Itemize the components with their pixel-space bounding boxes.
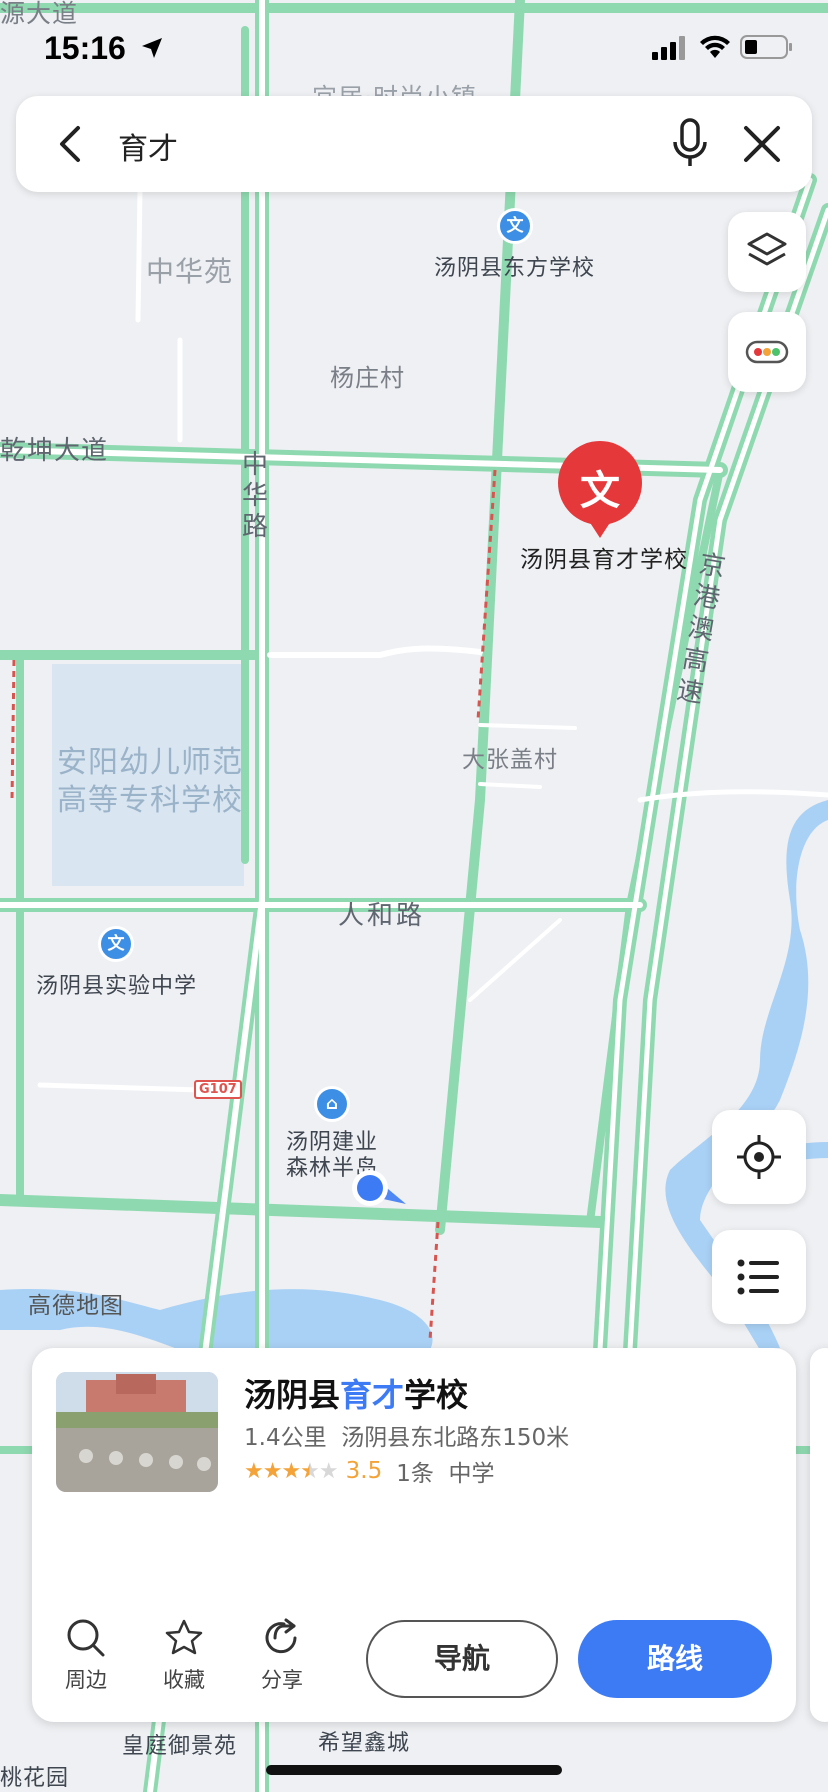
location-arrow-icon — [352, 1170, 406, 1206]
list-button[interactable] — [712, 1230, 806, 1324]
place-address: 汤阴县东北路东150米 — [341, 1425, 570, 1451]
next-card-edge[interactable] — [810, 1348, 828, 1722]
review-count[interactable]: 1条 — [396, 1454, 434, 1488]
route-button[interactable]: 路线 — [578, 1620, 772, 1698]
share-button[interactable]: 分享 — [242, 1618, 322, 1694]
title-part: 学校 — [404, 1376, 469, 1414]
map-label-renhe-road: 人和路 — [338, 901, 426, 931]
layers-icon — [747, 232, 787, 266]
navigate-button[interactable]: 导航 — [366, 1620, 558, 1698]
rating-stars-icon: ★★★★★ — [244, 1458, 339, 1484]
school-poi-icon[interactable]: 文 — [497, 208, 533, 244]
school-photo-image — [56, 1372, 218, 1492]
map-label-qiankun-road: 乾坤大道 — [0, 436, 109, 466]
school-poi-icon[interactable]: 文 — [98, 926, 134, 962]
status-bar: 15:16 — [0, 0, 828, 96]
favorite-label: 收藏 — [163, 1668, 205, 1692]
residence-poi-icon[interactable]: ⌂ — [314, 1086, 350, 1122]
title-highlight: 育才 — [340, 1376, 405, 1414]
map-label-college: 安阳幼儿师范高等专科学校 — [57, 745, 243, 818]
map-label-zhonghua-road: 中华路 — [242, 450, 270, 542]
cellular-signal-icon — [652, 36, 685, 60]
map-label-dazhang: 大张盖村 — [462, 747, 558, 773]
search-bar[interactable]: 育才 — [16, 96, 812, 192]
map-label-taohua: 桃花园 — [0, 1766, 70, 1791]
place-title[interactable]: 汤阴县育才学校 — [244, 1370, 468, 1416]
map-label-zhonghuayuan: 中华苑 — [146, 255, 234, 288]
selected-location-pin[interactable]: 文 — [557, 440, 643, 540]
favorite-button[interactable]: 收藏 — [144, 1618, 224, 1694]
place-category: 中学 — [448, 1461, 495, 1487]
map-label-huangting: 皇庭御景苑 — [122, 1734, 238, 1759]
microphone-icon[interactable] — [670, 118, 710, 170]
nearby-button[interactable]: 周边 — [46, 1618, 126, 1694]
list-icon — [737, 1259, 779, 1295]
status-time: 15:16 — [44, 30, 126, 66]
share-label: 分享 — [261, 1668, 303, 1692]
home-indicator — [266, 1765, 562, 1775]
rating-score: 3.5 — [345, 1458, 383, 1484]
map-label-yangzhuang: 杨庄村 — [330, 364, 405, 392]
place-rating: ★★★★★ 3.5 1条 中学 — [244, 1454, 494, 1488]
wifi-icon — [700, 35, 730, 58]
traffic-light-icon — [745, 340, 789, 364]
place-meta: 1.4公里 汤阴县东北路东150米 — [244, 1418, 569, 1452]
map-label-xiwang: 希望鑫城 — [318, 1731, 411, 1756]
amap-logo: 高德地图 — [28, 1293, 124, 1319]
location-services-icon — [142, 38, 162, 58]
back-icon[interactable] — [50, 124, 90, 164]
nearby-label: 周边 — [65, 1668, 107, 1692]
share-icon — [265, 1618, 297, 1654]
locate-me-button[interactable] — [712, 1110, 806, 1204]
map-label-dongfang-school[interactable]: 汤阴县东方学校 — [434, 250, 595, 282]
place-card[interactable]: 汤阴县育才学校 1.4公里 汤阴县东北路东150米 ★★★★★ 3.5 1条 中… — [32, 1348, 796, 1722]
place-photo[interactable] — [56, 1372, 218, 1492]
star-icon — [165, 1619, 203, 1655]
pin-glyph: 文 — [580, 468, 620, 514]
search-icon — [67, 1619, 105, 1657]
close-icon[interactable] — [742, 124, 782, 164]
current-location-dot — [350, 1168, 410, 1208]
battery-icon — [740, 35, 792, 59]
title-part: 汤阴县 — [244, 1376, 341, 1414]
traffic-button[interactable] — [728, 312, 806, 392]
place-distance: 1.4公里 — [244, 1425, 327, 1451]
search-input[interactable]: 育才 — [118, 124, 178, 168]
locate-icon — [737, 1135, 781, 1179]
g107-shield: G107 — [194, 1080, 242, 1099]
map-label-yucai-school[interactable]: 汤阴县育才学校 — [520, 540, 688, 574]
layers-button[interactable] — [728, 212, 806, 292]
map-label-shiyan-school[interactable]: 汤阴县实验中学 — [36, 968, 197, 1000]
